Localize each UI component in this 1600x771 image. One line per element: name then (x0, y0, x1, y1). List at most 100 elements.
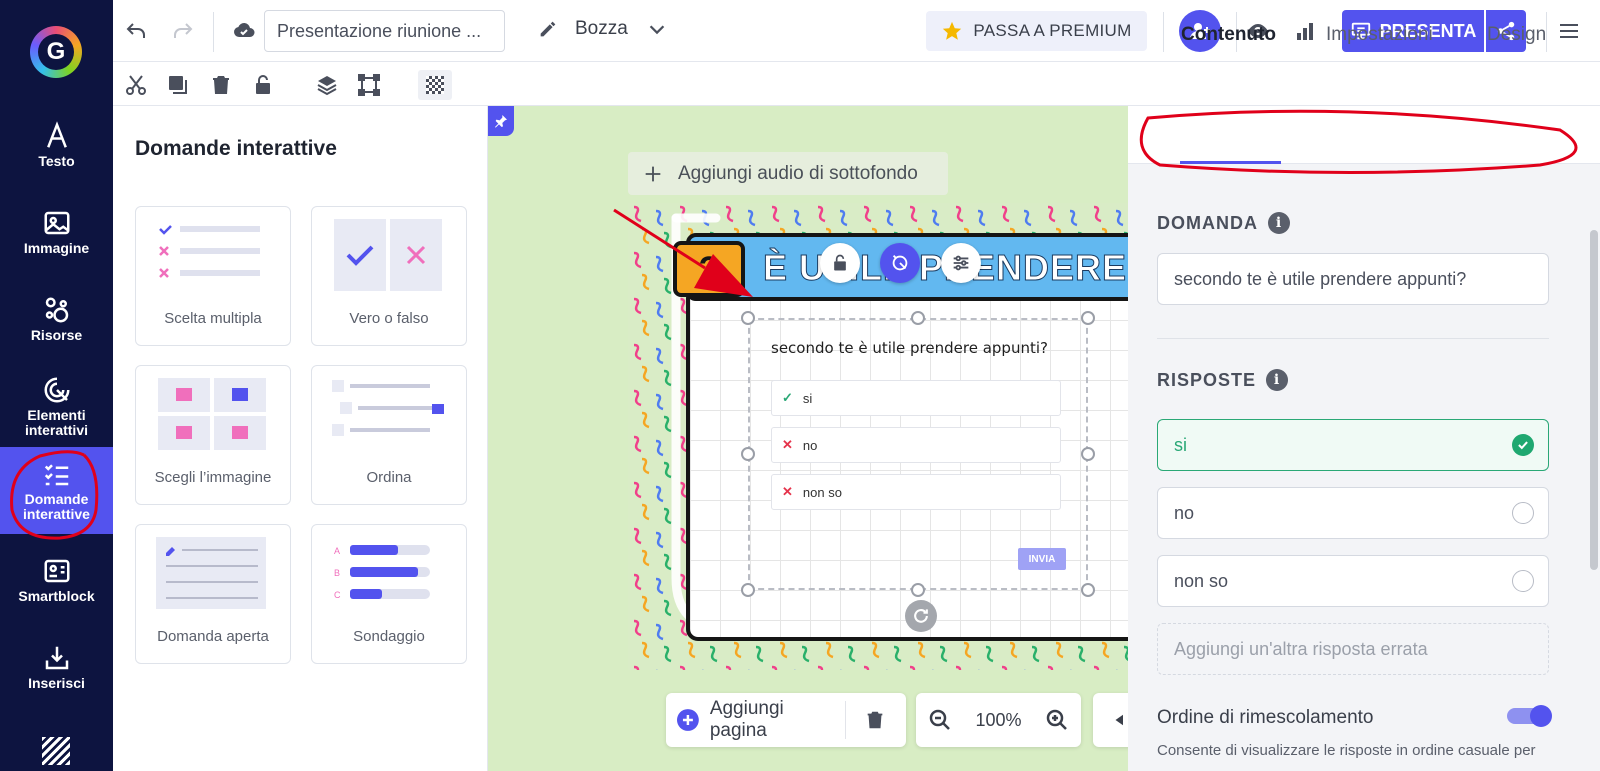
rail-label: Testo (38, 153, 75, 169)
app-logo[interactable]: G (30, 26, 82, 78)
lock-icon (834, 254, 846, 271)
card-choose-image[interactable]: Scegli l’immagine (135, 365, 291, 505)
rail-item-risorse[interactable]: Risorse (0, 289, 113, 349)
interactivity-button[interactable] (880, 243, 920, 283)
resize-handle[interactable] (741, 447, 755, 461)
stats-chart-icon[interactable] (1290, 19, 1320, 43)
cross-icon: ✕ (782, 484, 793, 499)
zoom-in-icon[interactable] (1045, 708, 1069, 732)
question-field-value: secondo te è utile prendere appunti? (1174, 268, 1467, 289)
card-order[interactable]: Ordina (311, 365, 467, 505)
info-icon[interactable]: i (1268, 212, 1290, 234)
redo-icon[interactable] (168, 19, 198, 43)
info-icon[interactable]: i (1266, 369, 1289, 391)
multiple-choice-illustration (159, 225, 260, 278)
rail-item-testo[interactable]: Testo (0, 115, 113, 175)
slide[interactable]: ? È UTILE PRENDERE AP secondo te è utile… (628, 203, 1128, 670)
resize-handle[interactable] (741, 311, 755, 325)
presentation-title-input[interactable] (264, 10, 505, 52)
delete-page-button[interactable] (846, 709, 904, 731)
card-true-false[interactable]: Vero o falso (311, 206, 467, 346)
rail-label: Smartblock (18, 588, 95, 604)
lock-element-button[interactable] (820, 243, 860, 283)
rail-item-domande-interattive[interactable]: Domande interattive (0, 447, 113, 534)
question-section-title: DOMANDA i (1157, 212, 1290, 234)
answer-field-text: no (1174, 502, 1195, 523)
poll-letter: A (334, 546, 340, 556)
pattern-icon[interactable] (42, 737, 70, 765)
rail-item-immagine[interactable]: Immagine (0, 202, 113, 262)
tab-contenuto[interactable]: Contenuto (1181, 24, 1276, 46)
interactive-elements-icon (44, 377, 69, 402)
poll-bar-fill (350, 567, 418, 577)
answer-option[interactable]: ✕ non so (771, 474, 1061, 510)
resize-handle[interactable] (911, 311, 925, 325)
correct-answer-radio[interactable] (1512, 434, 1534, 456)
lock-icon[interactable] (249, 72, 277, 98)
answer-option[interactable]: ✓ si (771, 380, 1061, 416)
answer-text: non so (802, 484, 842, 500)
question-field[interactable]: secondo te è utile prendere appunti? (1157, 253, 1549, 305)
answer-field-text: non so (1174, 570, 1229, 591)
status-dropdown[interactable]: Bozza (537, 18, 668, 40)
page-nav-button[interactable] (1093, 693, 1133, 747)
rotate-handle[interactable] (905, 600, 937, 632)
resize-handle[interactable] (1081, 583, 1095, 597)
submit-button[interactable]: INVIA (1018, 548, 1066, 570)
divider (1163, 12, 1164, 52)
add-background-audio-button[interactable]: Aggiungi audio di sottofondo (628, 152, 948, 195)
panel-scrollbar[interactable] (1590, 230, 1598, 570)
delete-icon[interactable] (207, 72, 235, 98)
tab-design[interactable]: Design (1487, 24, 1546, 46)
answer-radio[interactable] (1512, 570, 1534, 592)
transparency-icon[interactable] (418, 70, 452, 100)
undo-icon[interactable] (121, 19, 151, 43)
rail-item-smartblock[interactable]: Smartblock (0, 550, 113, 610)
answer-field-correct[interactable]: si (1157, 419, 1549, 471)
answer-radio[interactable] (1512, 502, 1534, 524)
resize-handle[interactable] (741, 583, 755, 597)
rail-label: Elementi interattivi (24, 406, 88, 438)
zoom-out-icon[interactable] (928, 708, 952, 732)
layers-icon[interactable] (313, 72, 341, 98)
answer-option[interactable]: ✕ no (771, 427, 1061, 463)
image-icon (44, 211, 69, 235)
add-page-label: Aggiungi pagina (709, 698, 784, 741)
rail-item-elementi-interattivi[interactable]: Elementi interattivi (0, 370, 113, 442)
smartblock-icon (44, 559, 69, 583)
answer-field[interactable]: non so (1157, 555, 1549, 607)
resize-handle[interactable] (911, 583, 925, 597)
badge-glyph: ? (698, 249, 720, 288)
plus-icon (645, 166, 661, 181)
insert-icon (45, 646, 68, 670)
poll-illustration: A B C (334, 545, 430, 600)
card-open-question[interactable]: Domanda aperta (135, 524, 291, 664)
chevron-down-icon (649, 25, 665, 35)
zoom-level: 100% (975, 709, 1022, 730)
shuffle-toggle[interactable] (1507, 705, 1552, 727)
pin-icon[interactable] (488, 106, 514, 136)
answer-field[interactable]: no (1157, 487, 1549, 539)
tab-impostazioni[interactable]: Impostazioni (1326, 24, 1433, 46)
upgrade-premium-button[interactable]: PASSA A PREMIUM (926, 11, 1147, 51)
duplicate-icon[interactable] (164, 72, 192, 98)
card-poll[interactable]: A B C Sondaggio (311, 524, 467, 664)
star-icon (943, 21, 962, 40)
rail-item-inserisci[interactable]: Inserisci (0, 637, 113, 697)
answers-section-title: RISPOSTE i (1157, 369, 1289, 391)
card-multiple-choice[interactable]: Scelta multipla (135, 206, 291, 346)
add-page-button[interactable]: Aggiungi pagina (666, 698, 846, 741)
answer-field-text: si (1174, 434, 1187, 455)
hamburger-menu-icon[interactable] (1554, 19, 1584, 43)
answer-text: si (802, 390, 813, 406)
shuffle-description: Consente di visualizzare le risposte in … (1157, 742, 1536, 759)
add-wrong-answer-field[interactable]: Aggiungi un'altra risposta errata (1157, 623, 1549, 675)
shuffle-label: Ordine di rimescolamento (1157, 707, 1374, 728)
cut-icon[interactable] (122, 72, 150, 98)
resize-frame-icon[interactable] (355, 72, 383, 98)
resize-handle[interactable] (1081, 311, 1095, 325)
settings-sliders-button[interactable] (941, 243, 981, 283)
poll-letter: B (334, 568, 340, 578)
order-illustration (332, 380, 444, 436)
resize-handle[interactable] (1081, 447, 1095, 461)
